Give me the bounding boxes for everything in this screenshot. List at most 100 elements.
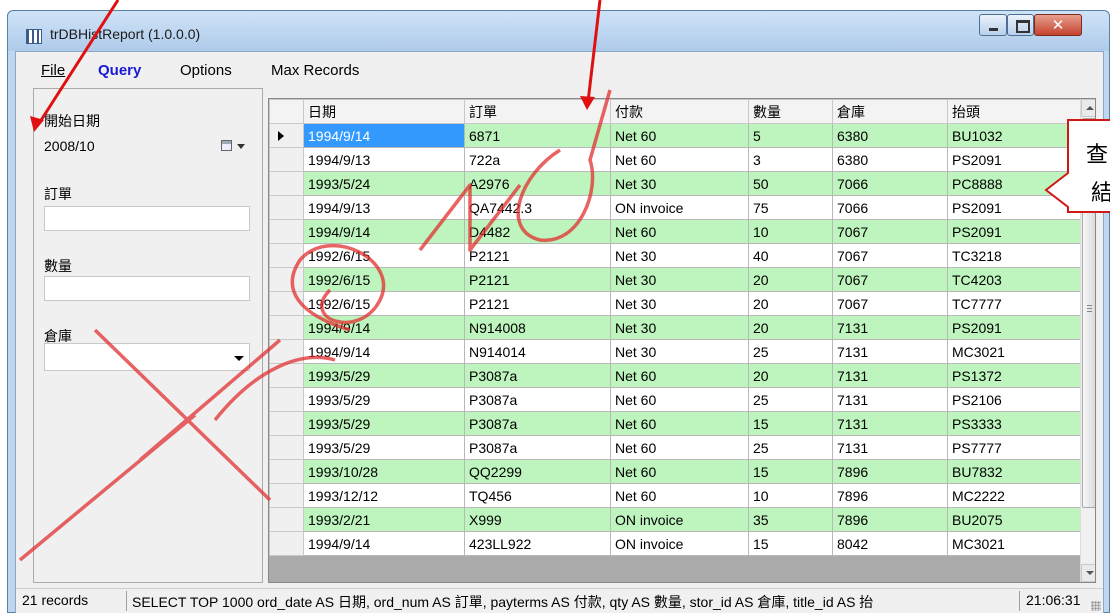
table-cell[interactable]: P2121 (464, 267, 611, 292)
column-header[interactable]: 抬頭 (947, 99, 1081, 124)
table-row[interactable]: 1992/6/15 P2121 Net 30 20 7067 TC7777 (269, 291, 1081, 316)
menu-options[interactable]: Options (180, 62, 232, 79)
table-cell[interactable]: P3087a (464, 363, 611, 388)
table-row[interactable]: 1994/9/13 QA7442.3 ON invoice 75 7066 PS2091 (269, 195, 1081, 220)
table-cell[interactable]: MC2222 (947, 483, 1081, 508)
table-cell[interactable]: 7067 (832, 219, 948, 244)
table-row[interactable]: 1993/5/29 P3087a Net 60 15 7131 PS3333 (269, 411, 1081, 436)
table-row[interactable]: 1994/9/14 N914014 Net 30 25 7131 MC3021 (269, 339, 1081, 364)
table-row[interactable]: 1994/9/14 N914008 Net 30 20 7131 PS2091 (269, 315, 1081, 340)
menu-query[interactable]: Query (98, 62, 141, 79)
table-row[interactable]: 1993/10/28 QQ2299 Net 60 15 7896 BU7832 (269, 459, 1081, 484)
table-cell[interactable]: 7067 (832, 291, 948, 316)
table-cell[interactable]: Net 60 (610, 459, 749, 484)
table-cell[interactable]: Net 60 (610, 363, 749, 388)
start-date-picker[interactable]: 2008/10 (44, 134, 250, 159)
column-header[interactable]: 倉庫 (832, 99, 948, 124)
table-cell[interactable]: D4482 (464, 219, 611, 244)
table-cell[interactable]: 20 (748, 291, 833, 316)
column-header[interactable]: 付款 (610, 99, 749, 124)
table-cell[interactable]: 5 (748, 123, 833, 148)
scroll-thumb[interactable] (1082, 118, 1095, 508)
table-cell[interactable]: 7131 (832, 411, 948, 436)
table-cell[interactable]: ON invoice (610, 195, 749, 220)
column-header[interactable]: 日期 (303, 99, 465, 124)
table-cell[interactable]: 1993/5/29 (303, 363, 465, 388)
column-header[interactable]: 訂單 (464, 99, 611, 124)
row-header[interactable] (269, 363, 304, 388)
table-cell[interactable]: PS3333 (947, 411, 1081, 436)
table-cell[interactable]: 7896 (832, 483, 948, 508)
table-cell[interactable]: PS7777 (947, 435, 1081, 460)
row-header[interactable] (269, 123, 304, 148)
row-header[interactable] (269, 195, 304, 220)
table-cell[interactable]: 7131 (832, 435, 948, 460)
table-cell[interactable]: 15 (748, 531, 833, 556)
table-cell[interactable]: P2121 (464, 291, 611, 316)
table-row[interactable]: 1993/5/29 P3087a Net 60 25 7131 PS2106 (269, 387, 1081, 412)
table-cell[interactable]: Net 30 (610, 171, 749, 196)
table-cell[interactable]: 1992/6/15 (303, 267, 465, 292)
table-cell[interactable]: 7131 (832, 363, 948, 388)
table-cell[interactable]: 7067 (832, 243, 948, 268)
row-header[interactable] (269, 387, 304, 412)
row-header[interactable] (269, 267, 304, 292)
resize-grip-icon[interactable] (1091, 601, 1101, 611)
row-header[interactable] (269, 459, 304, 484)
table-cell[interactable]: TC3218 (947, 243, 1081, 268)
table-cell[interactable]: 20 (748, 267, 833, 292)
table-cell[interactable]: ON invoice (610, 531, 749, 556)
table-cell[interactable]: PS2091 (947, 315, 1081, 340)
table-cell[interactable]: 7066 (832, 195, 948, 220)
table-cell[interactable]: 1993/12/12 (303, 483, 465, 508)
table-cell[interactable]: PS1372 (947, 363, 1081, 388)
table-row[interactable]: 1993/5/24 A2976 Net 30 50 7066 PC8888 (269, 171, 1081, 196)
table-cell[interactable]: 1993/2/21 (303, 507, 465, 532)
table-cell[interactable]: MC3021 (947, 531, 1081, 556)
table-row[interactable]: 1992/6/15 P2121 Net 30 20 7067 TC4203 (269, 267, 1081, 292)
table-cell[interactable]: Net 30 (610, 243, 749, 268)
table-row[interactable]: 1994/9/14 423LL922 ON invoice 15 8042 MC3021 (269, 531, 1081, 556)
table-cell[interactable]: TC7777 (947, 291, 1081, 316)
table-cell[interactable]: A2976 (464, 171, 611, 196)
chevron-down-icon[interactable] (234, 356, 244, 361)
minimize-button[interactable] (979, 14, 1007, 36)
table-cell[interactable]: Net 60 (610, 147, 749, 172)
table-cell[interactable]: 1994/9/14 (303, 531, 465, 556)
table-cell[interactable]: 1993/5/29 (303, 411, 465, 436)
results-grid[interactable]: 日期 訂單 付款 數量 倉庫 抬頭 1994/9/14 6871 Net 60 5 6380 BU1… (268, 98, 1096, 583)
table-cell[interactable]: 25 (748, 435, 833, 460)
table-cell[interactable]: Net 30 (610, 291, 749, 316)
table-cell[interactable]: 6871 (464, 123, 611, 148)
table-cell[interactable]: 1992/6/15 (303, 243, 465, 268)
table-row[interactable]: 1993/2/21 X999 ON invoice 35 7896 BU2075 (269, 507, 1081, 532)
table-cell[interactable]: Net 60 (610, 411, 749, 436)
table-cell[interactable]: N914008 (464, 315, 611, 340)
row-header[interactable] (269, 531, 304, 556)
table-cell[interactable]: BU1032 (947, 123, 1081, 148)
table-cell[interactable]: 423LL922 (464, 531, 611, 556)
table-cell[interactable]: 1992/6/15 (303, 291, 465, 316)
table-cell[interactable]: Net 60 (610, 219, 749, 244)
table-cell[interactable]: X999 (464, 507, 611, 532)
table-cell[interactable]: 1993/5/24 (303, 171, 465, 196)
store-select[interactable] (44, 343, 250, 371)
table-cell[interactable]: Net 60 (610, 435, 749, 460)
table-cell[interactable]: 1994/9/13 (303, 195, 465, 220)
table-cell[interactable]: 1994/9/14 (303, 123, 465, 148)
table-cell[interactable]: BU7832 (947, 459, 1081, 484)
table-cell[interactable]: P3087a (464, 435, 611, 460)
scroll-down-icon[interactable] (1081, 564, 1095, 582)
row-header[interactable] (269, 219, 304, 244)
table-cell[interactable]: 25 (748, 339, 833, 364)
table-row[interactable]: 1993/5/29 P3087a Net 60 20 7131 PS1372 (269, 363, 1081, 388)
table-cell[interactable]: 1993/5/29 (303, 387, 465, 412)
table-cell[interactable]: 25 (748, 387, 833, 412)
table-cell[interactable]: P3087a (464, 387, 611, 412)
table-cell[interactable]: 40 (748, 243, 833, 268)
row-header[interactable] (269, 483, 304, 508)
menu-file[interactable]: File (41, 62, 65, 79)
maximize-button[interactable] (1007, 14, 1034, 36)
table-cell[interactable]: Net 60 (610, 123, 749, 148)
table-cell[interactable]: P3087a (464, 411, 611, 436)
